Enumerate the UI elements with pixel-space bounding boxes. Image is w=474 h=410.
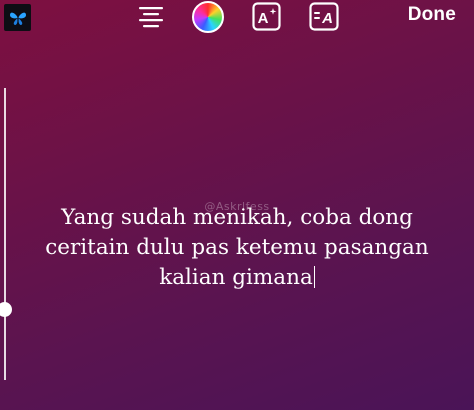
text-animate-letter: A bbox=[321, 10, 333, 27]
caption-line-text: kalian gimana bbox=[159, 265, 313, 290]
text-effect-icon: A bbox=[252, 2, 281, 31]
text-toolbar: A A Done bbox=[0, 0, 474, 36]
done-button[interactable]: Done bbox=[408, 4, 456, 26]
caption-line: Yang sudah menikah, coba dong bbox=[61, 205, 413, 230]
text-animate-button[interactable]: A bbox=[309, 2, 339, 31]
slider-thumb[interactable] bbox=[0, 302, 12, 318]
text-effect-letter: A bbox=[258, 10, 269, 27]
text-cursor bbox=[313, 266, 315, 288]
caption-text-field[interactable]: Yang sudah menikah, coba dong ceritain d… bbox=[20, 203, 454, 293]
text-size-slider[interactable] bbox=[0, 88, 14, 380]
butterfly-icon bbox=[9, 12, 26, 25]
align-center-icon bbox=[139, 7, 163, 28]
slider-track[interactable] bbox=[4, 88, 6, 380]
app-icon[interactable] bbox=[4, 4, 31, 31]
caption-line: ceritain dulu pas ketemu pasangan bbox=[45, 235, 429, 260]
color-picker-button[interactable] bbox=[192, 1, 224, 33]
text-effect-button[interactable]: A bbox=[252, 2, 281, 31]
text-animate-icon: A bbox=[309, 2, 339, 31]
caption-line-last: kalian gimana bbox=[20, 263, 454, 293]
story-editor-canvas[interactable]: A A Done @Askrlfess Yang sudah menikah, … bbox=[0, 0, 474, 410]
align-center-button[interactable] bbox=[137, 3, 165, 31]
